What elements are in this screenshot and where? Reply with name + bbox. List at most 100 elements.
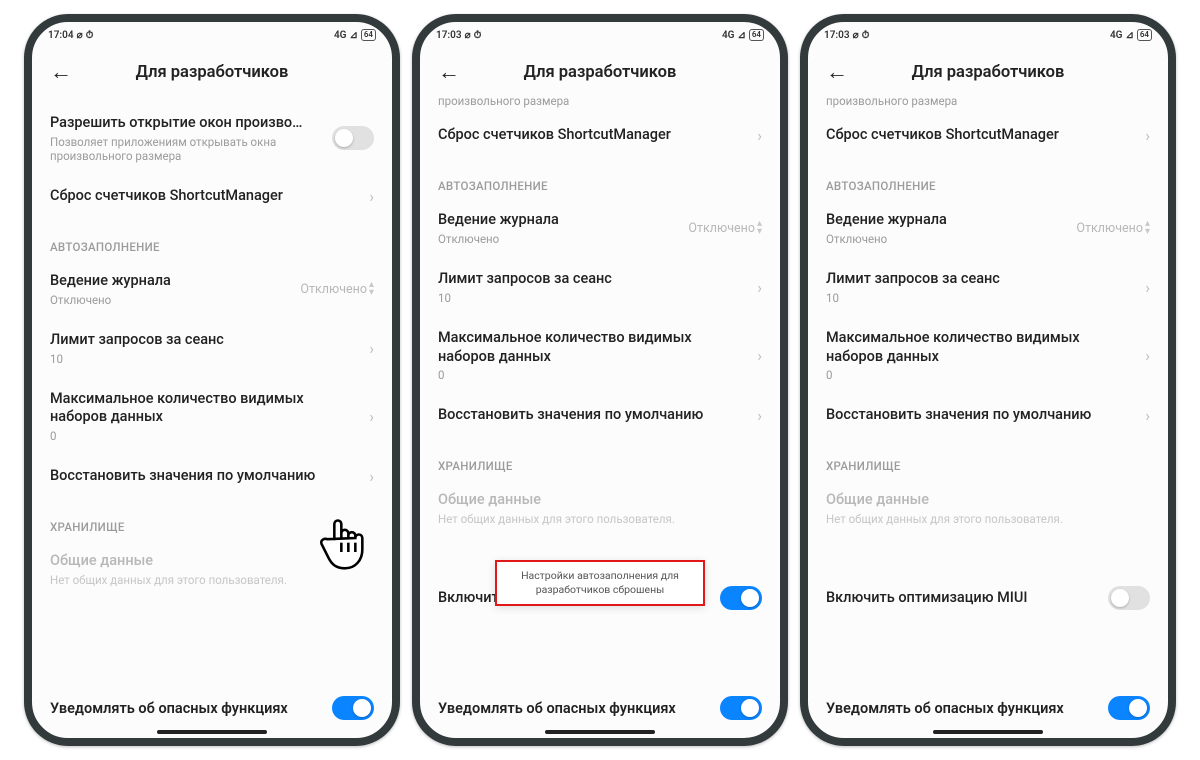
item-label: Общие данные [50,552,374,571]
item-label: Сброс счетчиков ShortcutManager [826,126,1135,145]
item-sub: 0 [438,368,747,382]
status-time: 17:03 [436,30,462,41]
item-shared-data: Общие данные Нет общих данных для этого п… [50,540,374,599]
item-limit[interactable]: Лимит запросов за сеанс10 › [438,258,762,317]
chevron-right-icon: › [1145,278,1150,297]
chevron-right-icon: › [757,346,762,365]
chevron-right-icon: › [1145,406,1150,425]
item-label: Восстановить значения по умолчанию [826,406,1135,425]
app-header: ← Для разработчиков [808,48,1168,96]
item-label: Сброс счетчиков ShortcutManager [50,187,359,206]
settings-list[interactable]: произвольного размера Сброс счетчиков Sh… [808,96,1168,682]
item-label: Ведение журнала [826,211,1066,230]
status-bar: 17:03⌀⏱ 4G⊿64 [420,22,780,48]
chevron-right-icon: › [757,406,762,425]
toast-reset: Настройки автозаполнения для разработчик… [495,560,705,606]
signal-icon: 4G [1110,30,1123,41]
toggle-miui-opt[interactable] [720,586,762,610]
item-restore-defaults[interactable]: Восстановить значения по умолчанию › [50,455,374,498]
item-label: Уведомлять об опасных функциях [438,700,676,717]
item-limit[interactable]: Лимит запросов за сеанс 10 › [826,258,1150,317]
back-button[interactable]: ← [822,55,852,89]
toggle-notify-danger[interactable] [720,696,762,720]
app-header: ← Для разработчиков [32,48,392,96]
toggle-miui-opt[interactable] [1108,586,1150,610]
item-sub: Нет общих данных для этого пользователя. [438,512,762,526]
chevron-right-icon: › [757,278,762,297]
back-button[interactable]: ← [46,55,76,89]
item-label: Сброс счетчиков ShortcutManager [438,126,747,145]
item-notify-danger[interactable]: Уведомлять об опасных функциях [808,682,1168,738]
item-journal[interactable]: Ведение журналаОтключено Отключено▴▾ [826,199,1150,258]
item-restore-defaults[interactable]: Восстановить значения по умолчанию › [438,394,762,437]
item-notify-danger[interactable]: Уведомлять об опасных функциях [420,682,780,738]
chevron-right-icon: › [757,126,762,145]
toggle-notify-danger[interactable] [332,696,374,720]
item-shortcut-reset[interactable]: Сброс счетчиков ShortcutManager › [826,114,1150,157]
dnd-icon: ⌀ [77,30,83,41]
chevron-right-icon: › [369,339,374,358]
signal-icon: 4G [334,30,347,41]
select-value-journal[interactable]: Отключено▴▾ [688,220,762,236]
toggle-allow-windows[interactable] [332,126,374,150]
item-notify-danger[interactable]: Уведомлять об опасных функциях [32,682,392,738]
item-limit[interactable]: Лимит запросов за сеанс10 › [50,319,374,378]
phone-3: 17:03⌀⏱ 4G⊿ 64 ← Для разработчиков произв… [800,14,1176,746]
item-label: Максимальное количество видимых наборов … [438,329,747,367]
item-allow-windows[interactable]: Разрешить открытие окон произво…Позволяе… [50,102,374,175]
status-bar: 17:04⌀⏱ 4G⊿64 [32,22,392,48]
item-datasets[interactable]: Максимальное количество видимых наборов … [50,378,374,456]
settings-list[interactable]: Разрешить открытие окон произво…Позволяе… [32,96,392,682]
item-label: Общие данные [438,491,762,510]
app-header: ← Для разработчиков [420,48,780,96]
chevron-updown-icon: ▴▾ [1145,220,1150,236]
select-value-journal[interactable]: Отключено▴▾ [300,281,374,297]
dnd-icon: ⌀ [853,30,859,41]
item-sub: 0 [826,368,1135,382]
item-sub: Нет общих данных для этого пользователя. [50,573,374,587]
select-value-journal[interactable]: Отключено▴▾ [1076,220,1150,236]
item-shortcut-reset[interactable]: Сброс счетчиков ShortcutManager › [438,114,762,157]
item-label: Ведение журнала [438,211,678,230]
toast-line: разработчиков сброшены [515,583,685,597]
section-storage: ХРАНИЛИЩЕ [50,498,374,540]
item-shortcut-reset[interactable]: Сброс счетчиков ShortcutManager › [50,175,374,218]
item-datasets[interactable]: Максимальное количество видимых наборов … [826,317,1150,395]
item-label: Включить оптимизацию MIUI [826,589,1098,608]
item-sub: Отключено [50,293,290,307]
chevron-right-icon: › [1145,346,1150,365]
section-autofill: АВТОЗАПОЛНЕНИЕ [50,218,374,260]
section-autofill: АВТОЗАПОЛНЕНИЕ [438,157,762,199]
item-datasets[interactable]: Максимальное количество видимых наборов … [438,317,762,395]
signal-bars-icon: ⊿ [737,30,745,41]
item-label: Лимит запросов за сеанс [50,331,359,350]
alarm-icon: ⏱ [862,30,870,41]
truncated-item-sub: произвольного размера [438,96,762,108]
back-button[interactable]: ← [434,55,464,89]
item-label: Уведомлять об опасных функциях [826,700,1064,717]
item-journal[interactable]: Ведение журналаОтключено Отключено▴▾ [438,199,762,258]
item-miui-opt[interactable]: Включить оптимизацию MIUI [826,574,1150,622]
item-label: Восстановить значения по умолчанию [438,406,747,425]
item-label: Лимит запросов за сеанс [826,270,1135,289]
truncated-item-sub: произвольного размера [826,96,1150,108]
page-title: Для разработчиков [32,63,392,82]
alarm-icon: ⏱ [474,30,482,41]
status-bar: 17:03⌀⏱ 4G⊿ 64 [808,22,1168,48]
item-sub: 0 [50,429,359,443]
item-journal[interactable]: Ведение журналаОтключено Отключено▴▾ [50,260,374,319]
item-restore-defaults[interactable]: Восстановить значения по умолчанию › [826,394,1150,437]
alarm-icon: ⏱ [86,30,94,41]
item-label: Уведомлять об опасных функциях [50,700,288,717]
battery-icon: 64 [749,29,764,41]
item-sub: Позволяет приложениям открывать окна про… [50,135,322,163]
battery-icon: 64 [1137,29,1152,41]
toggle-notify-danger[interactable] [1108,696,1150,720]
item-sub: 10 [438,291,747,305]
page-title: Для разработчиков [420,63,780,82]
signal-bars-icon: ⊿ [1125,30,1133,41]
dnd-icon: ⌀ [465,30,471,41]
status-time: 17:03 [824,30,850,41]
item-label: Максимальное количество видимых наборов … [50,390,359,428]
item-sub: 10 [826,291,1135,305]
